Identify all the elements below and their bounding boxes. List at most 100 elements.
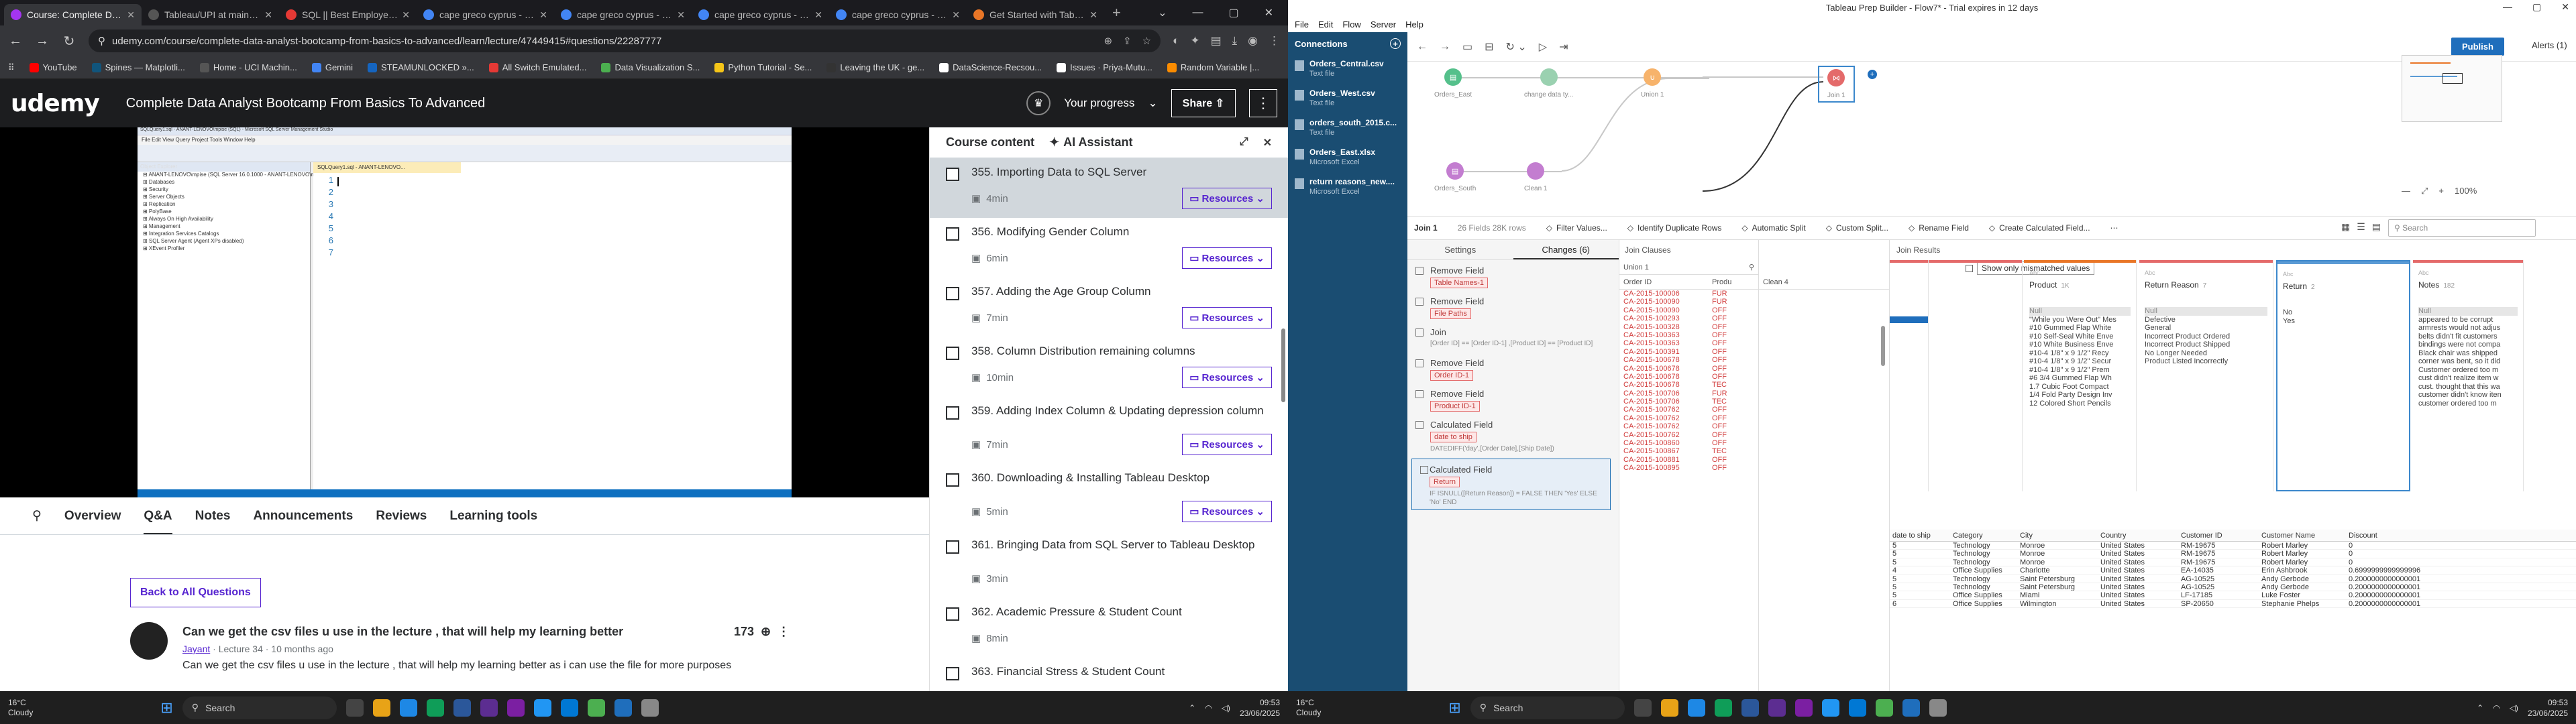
extension-icon[interactable]: ◐ <box>1173 34 1179 48</box>
tab-notes[interactable]: Notes <box>195 509 231 524</box>
app-icon[interactable] <box>1875 699 1893 717</box>
data-grid[interactable]: date to ship Category City Country Customer … <box>1890 530 2576 609</box>
grid-row[interactable]: 5 Technology Saint Petersburg United States… <box>1890 583 2576 592</box>
step-action-button[interactable]: ◇ Create Calculated Field... <box>1989 223 2090 233</box>
grid-header-cell[interactable]: date to ship <box>1890 530 1950 541</box>
field-value[interactable]: 1/4 Fold Party Design Inv <box>2029 391 2131 400</box>
field-value[interactable]: #10-4 1/8" x 9 1/2" Prem <box>2029 366 2131 375</box>
lesson-checkbox[interactable] <box>946 347 959 360</box>
connection-item[interactable]: return reasons_new.... Microsoft Excel <box>1288 173 1407 202</box>
grid-row[interactable]: 5 Technology Saint Petersburg United States… <box>1890 575 2576 583</box>
app-icon[interactable] <box>641 699 659 717</box>
join-value-row[interactable]: CA-2015-100867 TEC <box>1619 447 1758 455</box>
flow-node[interactable]: ▤ Orders_East <box>1434 68 1472 99</box>
fit-icon[interactable]: ⤢ <box>2421 186 2428 196</box>
field-value[interactable]: 1.7 Cubic Foot Compact <box>2029 383 2131 391</box>
question-title[interactable]: Can we get the csv files u use in the le… <box>182 625 623 639</box>
profile-card[interactable]: Abc Notes 182 Null appeared to be corrupt arm… <box>2413 260 2524 491</box>
join-value-row[interactable]: CA-2015-100881 OFF <box>1619 456 1758 464</box>
lesson-checkbox[interactable] <box>946 406 959 420</box>
change-item[interactable]: Remove Field Table Names-1 <box>1407 260 1619 291</box>
change-item[interactable]: Calculated Field Return IF ISNULL([Return … <box>1411 459 1611 510</box>
bookmark-item[interactable]: Spines — Matplotli... <box>91 62 185 72</box>
join-value-row[interactable]: CA-2015-100006 FUR <box>1619 290 1758 298</box>
close-icon[interactable]: ✕ <box>127 9 135 21</box>
scrollbar[interactable] <box>1281 328 1285 402</box>
search-icon[interactable]: ⚲ <box>32 508 42 524</box>
field-value[interactable]: cust. thought that this wa <box>2418 383 2518 391</box>
join-value-row[interactable]: CA-2015-100706 FUR <box>1619 389 1758 398</box>
course-title[interactable]: Complete Data Analyst Bootcamp From Basi… <box>126 96 485 111</box>
maximize-icon[interactable]: ▢ <box>2532 1 2541 13</box>
flow-node[interactable]: ▤ Orders_South <box>1434 162 1476 192</box>
bookmark-item[interactable]: DataScience-Recsou... <box>939 62 1042 72</box>
wifi-icon[interactable]: ◠ <box>2493 703 2500 713</box>
field-value[interactable]: Black chair was shipped <box>2418 349 2518 358</box>
menu-server[interactable]: Server <box>1371 19 1396 29</box>
profile-icon[interactable]: ◉ <box>1248 34 1258 48</box>
vscode-icon[interactable] <box>560 699 578 717</box>
site-info-icon[interactable]: ⚲ <box>98 35 105 47</box>
flow-node[interactable]: ⋈ Join 1 <box>1818 66 1855 103</box>
vscode-icon[interactable] <box>1848 699 1866 717</box>
zoom-in-icon[interactable]: + <box>2438 186 2444 196</box>
minimize-icon[interactable]: — <box>2503 1 2512 13</box>
lesson-checkbox[interactable] <box>946 667 959 680</box>
bookmark-item[interactable]: All Switch Emulated... <box>488 62 586 72</box>
connection-item[interactable]: Orders_East.xlsx Microsoft Excel <box>1288 143 1407 173</box>
field-value[interactable]: #10 Gummed Flap White <box>2029 324 2131 333</box>
puzzle-icon[interactable]: ✦ <box>1190 34 1199 48</box>
profile-card[interactable]: Abc Return Reason 7 Null Defective General Inc… <box>2139 260 2273 491</box>
step-action-button[interactable]: ◇ Filter Values... <box>1546 223 1607 233</box>
grid-row[interactable]: 4 Office Supplies Charlotte United States EA… <box>1890 566 2576 575</box>
app-icon[interactable] <box>587 699 605 717</box>
field-search-input[interactable]: ⚲ Search <box>2388 219 2536 237</box>
field-value[interactable]: General <box>2145 324 2267 333</box>
expand-icon[interactable]: ⤢ <box>1240 136 1248 149</box>
field-value[interactable]: #10-4 1/8" x 9 1/2" Secur <box>2029 357 2131 366</box>
new-tab-icon[interactable]: + <box>1112 4 1121 21</box>
menu-file[interactable]: File <box>1295 19 1309 29</box>
changes-tab[interactable]: Changes (6) <box>1513 240 1619 259</box>
join-value-row[interactable]: CA-2015-100678 TEC <box>1619 381 1758 389</box>
browser-tab[interactable]: cape greco cyprus - Sear ✕ <box>829 4 967 25</box>
grid-row[interactable]: 5 Technology Monroe United States RM-19675 Ro… <box>1890 550 2576 558</box>
chevron-down-icon[interactable]: ⌄ <box>1158 6 1167 19</box>
tab-reviews[interactable]: Reviews <box>376 509 427 524</box>
lesson-checkbox[interactable] <box>946 607 959 621</box>
step-action-button[interactable]: ◇ Custom Split... <box>1826 223 1888 233</box>
apps-grid-icon[interactable]: ⠿ <box>8 62 15 73</box>
tab-learning-tools[interactable]: Learning tools <box>449 509 537 524</box>
author-link[interactable]: Jayant <box>182 644 210 654</box>
app-icon[interactable] <box>453 699 471 717</box>
close-icon[interactable]: ✕ <box>1089 9 1097 21</box>
grid-header-cell[interactable]: Country <box>2098 530 2178 541</box>
app-icon[interactable] <box>1741 699 1759 717</box>
step-action-button[interactable]: ◇ Automatic Split <box>1741 223 1805 233</box>
share-icon[interactable]: ⇪ <box>1123 35 1132 47</box>
bookmark-item[interactable]: STEAMUNLOCKED »... <box>368 62 474 72</box>
maximize-icon[interactable]: ▢ <box>1228 6 1238 19</box>
field-value[interactable]: bindings were not compa <box>2418 341 2518 349</box>
field-value[interactable]: #10 White Business Enve <box>2029 341 2131 349</box>
grid-header-cell[interactable]: City <box>2017 530 2098 541</box>
change-item[interactable]: Join [Order ID] == [Order ID-1] ,[Product… <box>1407 322 1619 353</box>
change-item[interactable]: Remove Field File Paths <box>1407 291 1619 322</box>
folder-icon[interactable] <box>372 699 390 717</box>
join-value-row[interactable]: CA-2015-100363 OFF <box>1619 339 1758 347</box>
field-value[interactable]: Null <box>2418 307 2518 316</box>
field-value[interactable]: Yes <box>2283 317 2404 326</box>
add-step-icon[interactable]: + <box>1868 70 1877 79</box>
more-icon[interactable]: ⋮ <box>777 625 790 639</box>
field-value[interactable]: Defective <box>2145 316 2267 324</box>
chrome-icon[interactable] <box>1687 699 1705 717</box>
browser-tab[interactable]: cape greco cyprus - Sear ✕ <box>417 4 554 25</box>
tableau-icon[interactable] <box>1902 699 1920 717</box>
bookmark-item[interactable]: Home - UCI Machin... <box>199 62 297 72</box>
course-content-title[interactable]: Course content <box>946 135 1034 149</box>
step-action-button[interactable]: ◇ Rename Field <box>1909 223 1969 233</box>
clock[interactable]: 09:53 23/06/2025 <box>1240 697 1280 719</box>
bookmark-item[interactable]: Issues · Priya-Mutu... <box>1057 62 1152 72</box>
flow-node[interactable]: ∪ Union 1 <box>1641 68 1664 99</box>
join-value-row[interactable]: CA-2015-100678 OFF <box>1619 356 1758 364</box>
